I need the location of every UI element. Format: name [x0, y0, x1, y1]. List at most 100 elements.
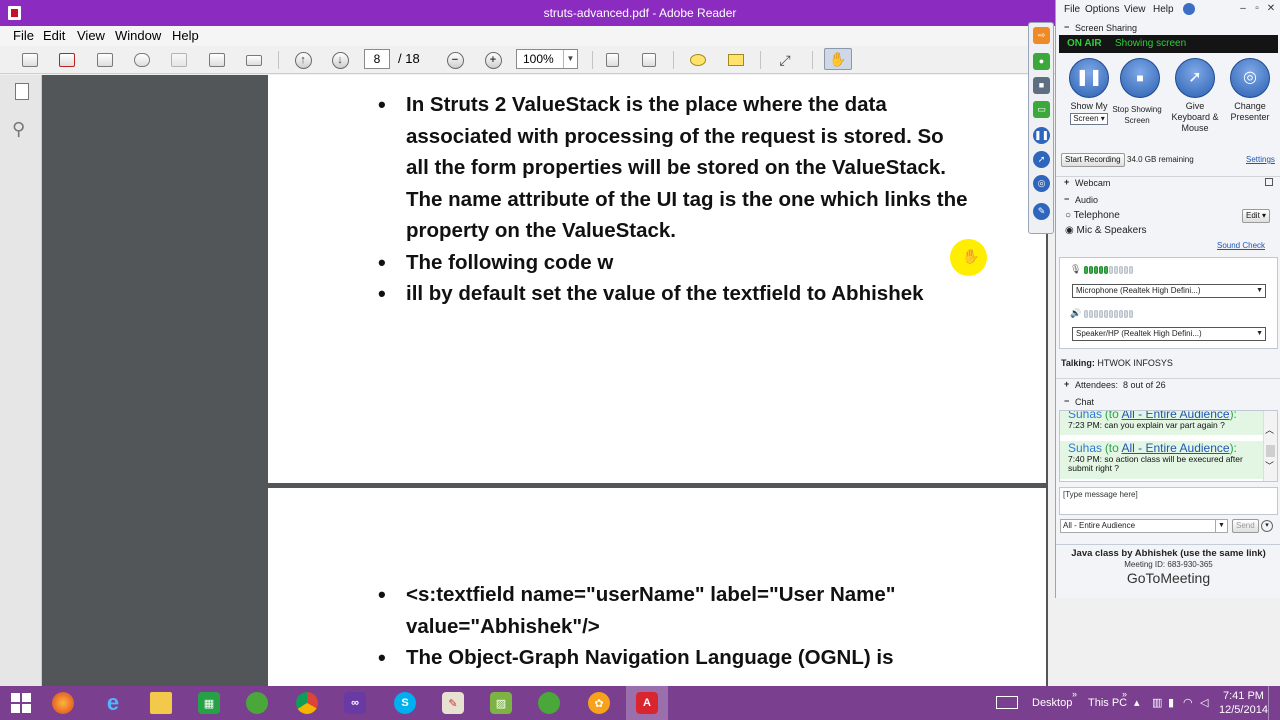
store-taskbar-button[interactable]: ▦: [188, 686, 230, 720]
start-button[interactable]: [0, 686, 42, 720]
settings-link[interactable]: Settings: [1246, 155, 1275, 164]
wifi-icon[interactable]: ◠: [1183, 696, 1193, 709]
menu-window[interactable]: Window: [115, 28, 161, 43]
battery-icon[interactable]: ▮: [1168, 696, 1174, 709]
zoom-out-icon[interactable]: −: [443, 50, 467, 70]
app-taskbar-button[interactable]: [236, 686, 278, 720]
scroll-down-icon[interactable]: ﹀: [1265, 459, 1274, 472]
stop-showing-button[interactable]: ■: [1120, 58, 1160, 98]
drawing-tools-icon[interactable]: ✎: [1033, 203, 1050, 220]
show-desktop-button[interactable]: [1268, 686, 1276, 720]
skype-taskbar-button[interactable]: S: [384, 686, 426, 720]
create-pdf-icon[interactable]: [55, 50, 79, 70]
visual-studio-taskbar-button[interactable]: ∞: [334, 686, 376, 720]
app-taskbar-button[interactable]: [528, 686, 570, 720]
restore-icon[interactable]: ▫: [1250, 3, 1264, 16]
chat-scrollbar[interactable]: ︿ ﹀: [1263, 411, 1277, 481]
chat-header[interactable]: − Chat: [1056, 396, 1280, 410]
collapse-arrow-icon[interactable]: ⇨: [1033, 27, 1050, 44]
screen-share-icon[interactable]: ▭: [1033, 101, 1050, 118]
minimize-icon[interactable]: –: [1236, 3, 1250, 16]
keyboard-icon[interactable]: [996, 696, 1018, 709]
hand-tool-icon[interactable]: ✋: [824, 48, 852, 70]
start-recording-button[interactable]: Start Recording: [1061, 153, 1125, 167]
previous-page-icon[interactable]: ↑: [291, 50, 315, 70]
open-file-icon[interactable]: [18, 50, 42, 70]
comment-icon[interactable]: [686, 50, 710, 70]
microphone-select[interactable]: Microphone (Realtek High Defini...) ▼: [1072, 284, 1266, 298]
gtm-menu-file[interactable]: File: [1064, 4, 1080, 15]
highlight-icon[interactable]: [724, 50, 748, 70]
attendees-header[interactable]: + Attendees: 8 out of 26: [1056, 378, 1280, 392]
audio-header[interactable]: − Audio: [1056, 194, 1280, 208]
globe-icon[interactable]: [1183, 3, 1195, 15]
chevron-down-icon[interactable]: ▼: [563, 50, 577, 68]
next-page-icon[interactable]: ↓: [328, 50, 352, 70]
chevron-icon[interactable]: »: [1122, 689, 1127, 699]
save-icon[interactable]: [167, 50, 191, 70]
network-icon[interactable]: ▥: [1152, 696, 1162, 709]
chat-message-input[interactable]: [Type message here]: [1059, 487, 1278, 515]
cloud-upload-icon[interactable]: [130, 50, 154, 70]
speaker-select[interactable]: Speaker/HP (Realtek High Defini...) ▼: [1072, 327, 1266, 341]
screen-sharing-header[interactable]: − Screen Sharing: [1056, 22, 1280, 36]
gotomeeting-taskbar-button[interactable]: ✿: [578, 686, 620, 720]
change-presenter-icon[interactable]: ◎: [1033, 175, 1050, 192]
menu-file[interactable]: File: [13, 28, 34, 43]
send-button[interactable]: Send: [1232, 519, 1259, 533]
edit-icon[interactable]: [93, 50, 117, 70]
change-presenter-button[interactable]: ◎: [1230, 58, 1270, 98]
chevron-down-icon[interactable]: ▼: [1215, 520, 1227, 532]
webcam-icon[interactable]: ■: [1033, 77, 1050, 94]
edit-audio-button[interactable]: Edit ▾: [1242, 209, 1271, 223]
zoom-in-icon[interactable]: +: [481, 50, 505, 70]
page-thumbnails-icon[interactable]: [15, 83, 29, 100]
fullscreen-icon[interactable]: ⤢: [773, 50, 797, 70]
pause-icon[interactable]: ❚❚: [1033, 127, 1050, 144]
volume-icon[interactable]: ◁: [1200, 696, 1208, 709]
chrome-taskbar-button[interactable]: [286, 686, 328, 720]
paint-taskbar-button[interactable]: ✎: [432, 686, 474, 720]
give-keyboard-button[interactable]: ➚: [1175, 58, 1215, 98]
recipient-select[interactable]: All - Entire Audience ▼: [1060, 519, 1228, 533]
fit-page-icon[interactable]: [600, 50, 624, 70]
desktop-toolbar-label[interactable]: Desktop: [1032, 697, 1072, 709]
chat-log[interactable]: Suhas (to All - Entire Audience): 7:23 P…: [1059, 410, 1278, 482]
clock-date[interactable]: 12/5/2014: [1219, 704, 1268, 716]
scroll-up-icon[interactable]: ︿: [1265, 423, 1274, 436]
screen-select[interactable]: Screen ▾: [1070, 113, 1108, 125]
page-number-input[interactable]: 8: [364, 49, 390, 69]
webcam-header[interactable]: + Webcam: [1056, 176, 1280, 190]
pause-button[interactable]: ❚❚: [1069, 58, 1109, 98]
pointer-icon[interactable]: ➚: [1033, 151, 1050, 168]
fit-width-icon[interactable]: [637, 50, 661, 70]
sound-check-link[interactable]: Sound Check: [1217, 241, 1265, 250]
close-icon[interactable]: ✕: [1264, 3, 1278, 16]
gtm-menu-help[interactable]: Help: [1153, 4, 1174, 15]
zoom-level-select[interactable]: 100% ▼: [516, 49, 578, 69]
gtm-menu-view[interactable]: View: [1124, 4, 1146, 15]
telephone-option[interactable]: ○ Telephone: [1065, 210, 1120, 221]
mic-speakers-option[interactable]: ◉ Mic & Speakers: [1065, 225, 1147, 236]
email-icon[interactable]: [242, 50, 266, 70]
show-hidden-icons-icon[interactable]: ▴: [1134, 696, 1140, 709]
options-chevron-icon[interactable]: ▾: [1261, 520, 1273, 532]
scroll-thumb[interactable]: [1266, 445, 1275, 457]
menu-edit[interactable]: Edit: [43, 28, 65, 43]
clock-time[interactable]: 7:41 PM: [1223, 690, 1264, 702]
picture-icon: ▨: [490, 692, 512, 714]
menu-help[interactable]: Help: [172, 28, 199, 43]
gtm-menu-options[interactable]: Options: [1085, 4, 1119, 15]
popout-icon[interactable]: [1265, 178, 1273, 186]
document-area[interactable]: In Struts 2 ValueStack is the place wher…: [42, 75, 1048, 686]
attachments-icon[interactable]: ⚲: [12, 119, 25, 140]
print-icon[interactable]: [205, 50, 229, 70]
file-explorer-taskbar-button[interactable]: [140, 686, 182, 720]
firefox-taskbar-button[interactable]: [42, 686, 84, 720]
chevron-icon[interactable]: »: [1072, 689, 1077, 699]
ie-taskbar-button[interactable]: e: [92, 686, 134, 720]
menu-view[interactable]: View: [77, 28, 105, 43]
microphone-icon[interactable]: ●: [1033, 53, 1050, 70]
adobe-reader-taskbar-button[interactable]: A: [626, 686, 668, 720]
image-viewer-taskbar-button[interactable]: ▨: [480, 686, 522, 720]
